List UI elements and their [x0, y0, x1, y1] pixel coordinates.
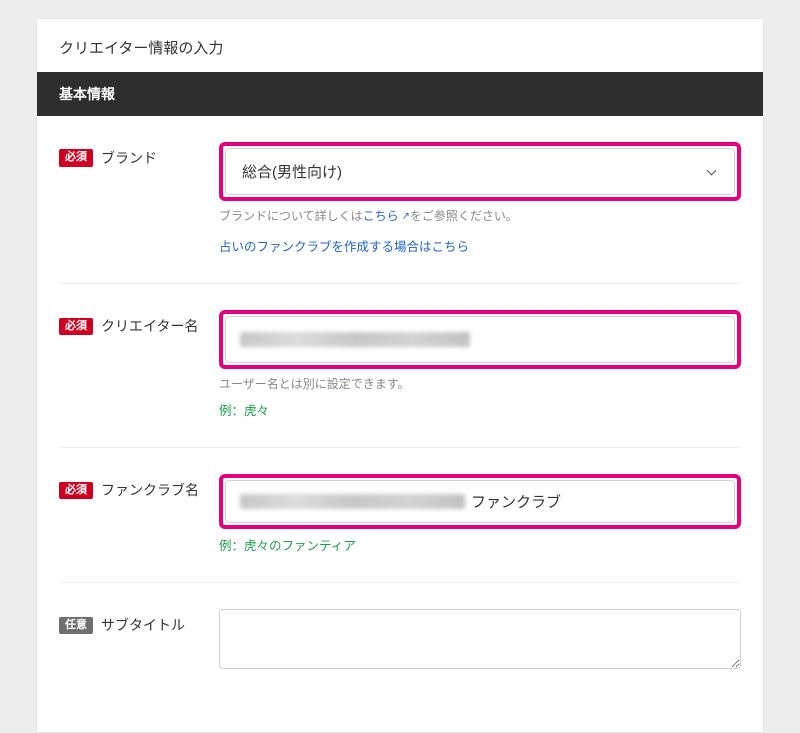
fanclub-name-example: 例：虎々のファンティア — [219, 535, 741, 554]
form-body: 必須 ブランド 総合(男性向け) ブランドについて詳しくはこちら ↗をご参照くだ… — [37, 116, 763, 732]
page-title: クリエイター情報の入力 — [37, 19, 763, 72]
row-fanclub-name: 必須 ファンクラブ名 ファンクラブ 例：虎々のファンティア — [59, 448, 741, 583]
creator-name-highlight — [219, 310, 741, 369]
brand-select[interactable]: 総合(男性向け) — [225, 148, 735, 195]
creator-name-label: クリエイター名 — [101, 316, 198, 336]
label-col-creator-name: 必須 クリエイター名 — [59, 310, 219, 336]
input-col-subtitle — [219, 609, 741, 672]
brand-selected-value: 総合(男性向け) — [242, 161, 342, 182]
label-col-fanclub-name: 必須 ファンクラブ名 — [59, 474, 219, 500]
brand-label: ブランド — [101, 148, 157, 168]
blurred-content — [240, 494, 465, 509]
brand-helper-suffix: をご参照ください。 — [410, 209, 518, 223]
row-subtitle: 任意 サブタイトル — [59, 583, 741, 732]
fanclub-name-label: ファンクラブ名 — [101, 480, 199, 500]
label-col-brand: 必須 ブランド — [59, 142, 219, 168]
creator-info-card: クリエイター情報の入力 基本情報 必須 ブランド 総合(男性向け) ブランドにつ… — [36, 18, 764, 733]
brand-helper-prefix: ブランドについて詳しくは — [219, 209, 363, 223]
fortune-fanclub-link[interactable]: 占いのファンクラブを作成する場合はこちら — [219, 236, 741, 255]
fanclub-name-highlight: ファンクラブ — [219, 474, 741, 529]
creator-name-helper: ユーザー名とは別に設定できます。 — [219, 375, 741, 394]
fanclub-name-input[interactable]: ファンクラブ — [225, 480, 735, 523]
required-badge: 必須 — [59, 318, 93, 335]
required-badge: 必須 — [59, 482, 93, 499]
input-col-fanclub-name: ファンクラブ 例：虎々のファンティア — [219, 474, 741, 554]
creator-name-input[interactable] — [225, 316, 735, 363]
input-col-brand: 総合(男性向け) ブランドについて詳しくはこちら ↗をご参照ください。 占いのフ… — [219, 142, 741, 255]
blurred-content — [240, 332, 470, 347]
row-creator-name: 必須 クリエイター名 ユーザー名とは別に設定できます。 例：虎々 — [59, 284, 741, 448]
input-col-creator-name: ユーザー名とは別に設定できます。 例：虎々 — [219, 310, 741, 419]
brand-highlight: 総合(男性向け) — [219, 142, 741, 201]
creator-name-example: 例：虎々 — [219, 400, 741, 419]
row-brand: 必須 ブランド 総合(男性向け) ブランドについて詳しくはこちら ↗をご参照くだ… — [59, 116, 741, 284]
brand-helper: ブランドについて詳しくはこちら ↗をご参照ください。 — [219, 207, 741, 226]
section-basic-info: 基本情報 — [37, 72, 763, 116]
subtitle-textarea[interactable] — [219, 609, 741, 669]
subtitle-label: サブタイトル — [101, 615, 185, 635]
fanclub-suffix: ファンクラブ — [471, 491, 561, 512]
chevron-down-icon — [708, 169, 718, 175]
external-link-icon: ↗ — [399, 211, 410, 222]
required-badge: 必須 — [59, 149, 93, 166]
optional-badge: 任意 — [59, 617, 93, 634]
label-col-subtitle: 任意 サブタイトル — [59, 609, 219, 635]
brand-helper-link[interactable]: こちら ↗ — [363, 209, 410, 223]
